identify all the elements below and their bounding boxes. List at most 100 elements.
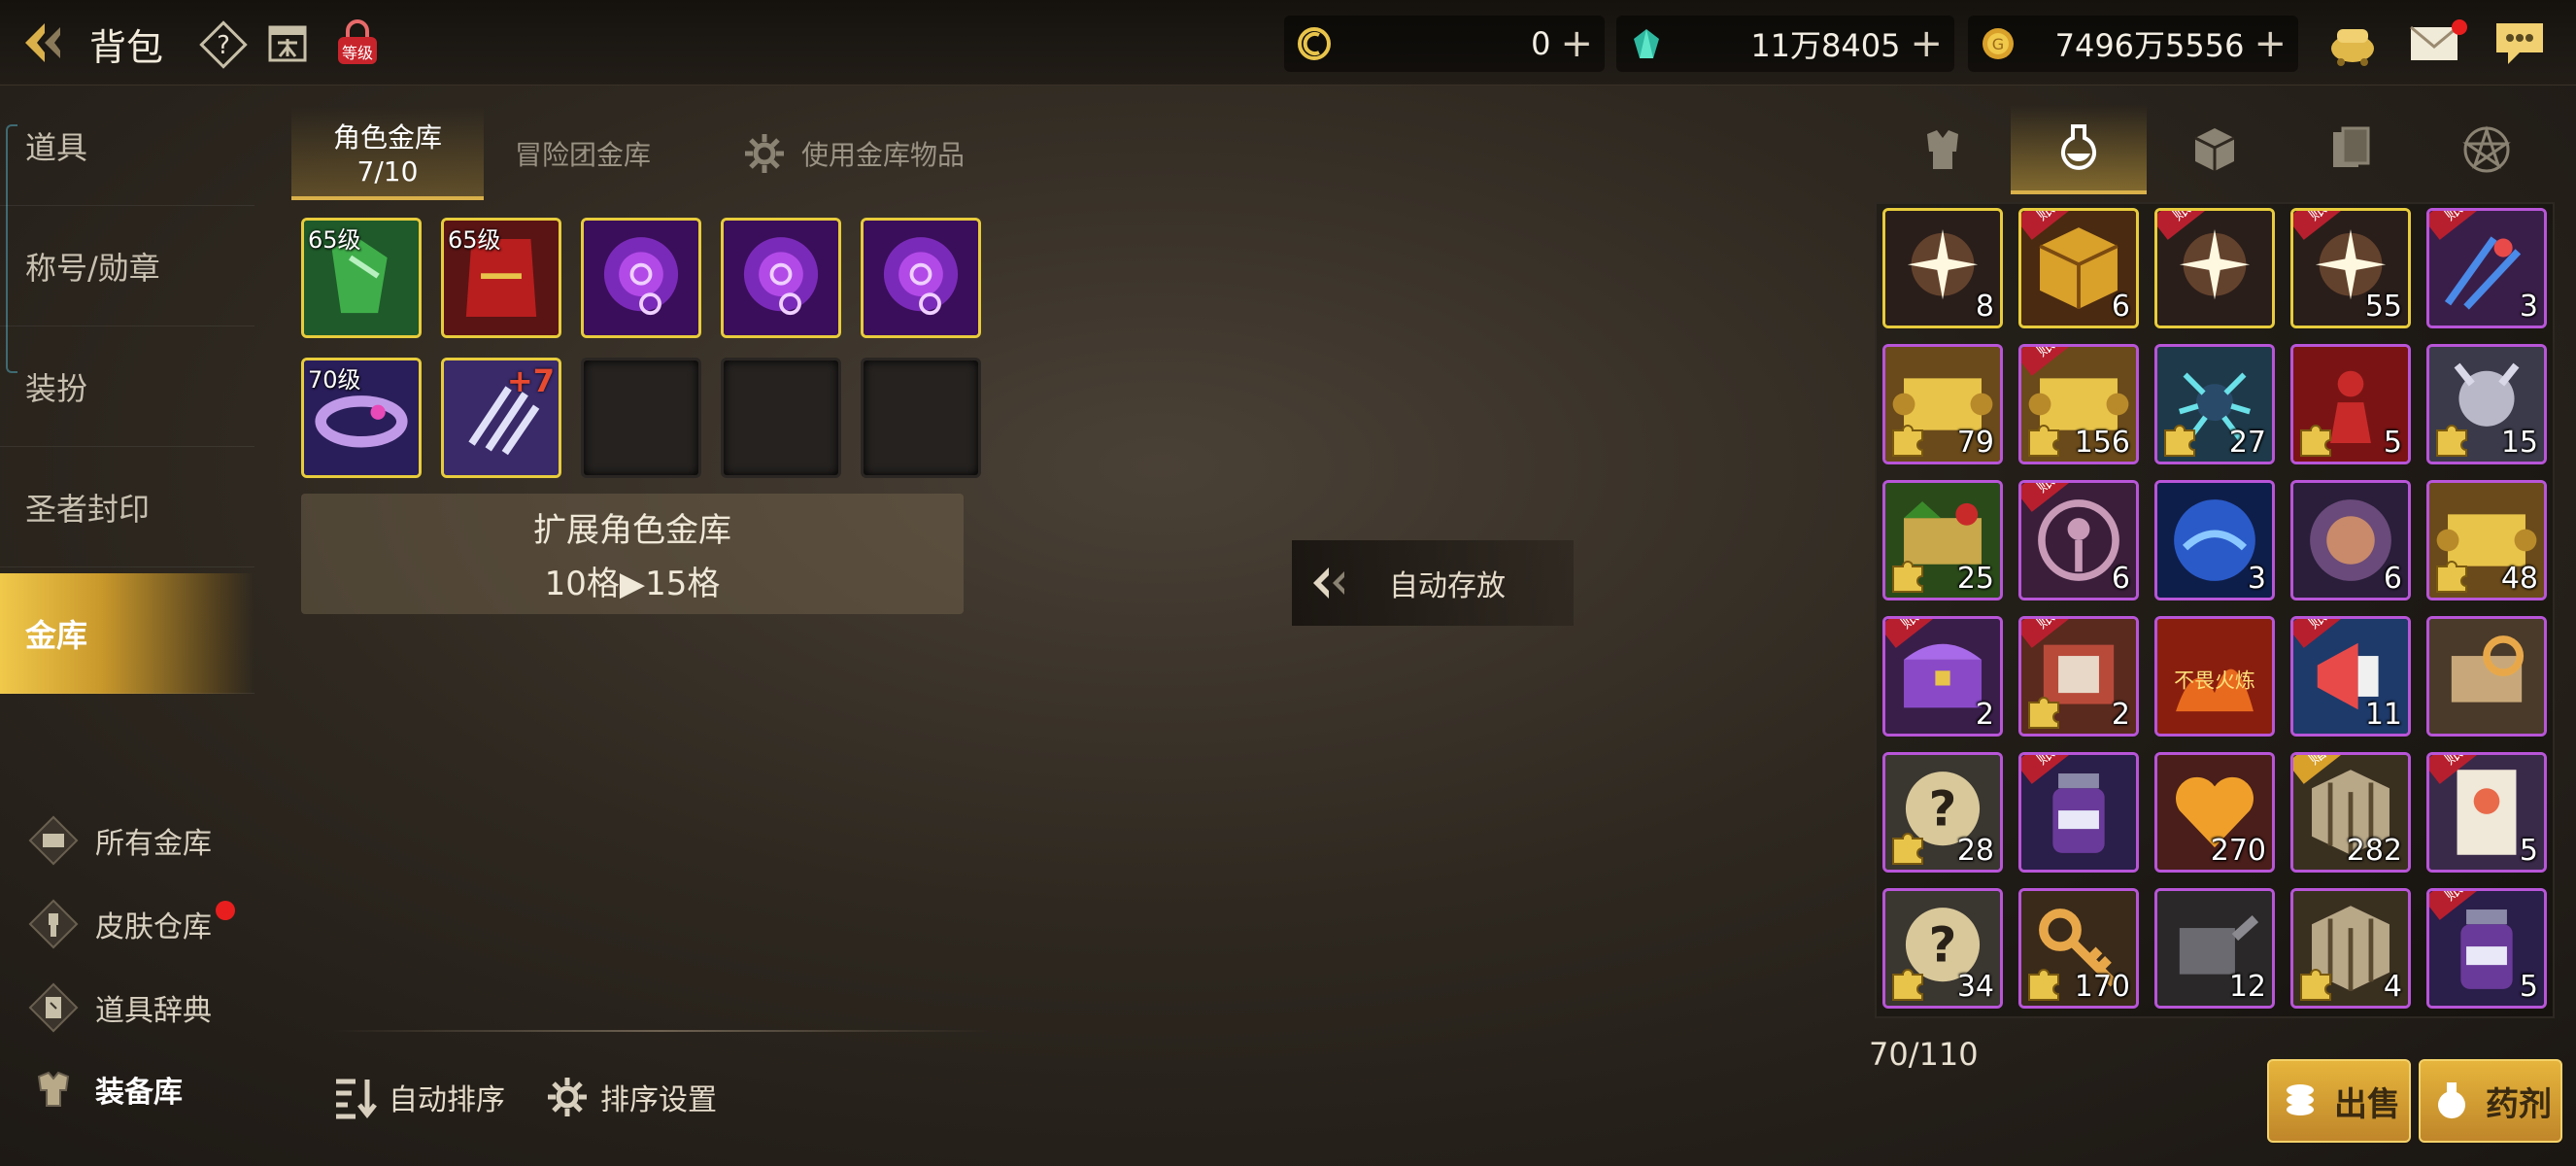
inventory-slot[interactable]: 账号2 bbox=[1882, 616, 2003, 737]
item-purple-orb-icon bbox=[584, 221, 698, 335]
inventory-slot[interactable]: 79 bbox=[1882, 344, 2003, 464]
tab-adventure-vault[interactable]: 冒险团金库 bbox=[495, 107, 670, 200]
inventory-slot[interactable]: ? 34 bbox=[1882, 888, 2003, 1009]
item-count: 11 bbox=[2364, 698, 2402, 732]
svg-text:?: ? bbox=[1929, 780, 1957, 837]
inventory-slot[interactable]: 账号 bbox=[2018, 752, 2139, 873]
inventory-slot[interactable] bbox=[2426, 616, 2547, 737]
sidebar-sub-label: 皮肤仓库 bbox=[95, 910, 212, 944]
currency-crescent: 0 + bbox=[1284, 16, 1605, 72]
inventory-slot[interactable]: 账号 bbox=[2154, 208, 2275, 328]
inventory-slot[interactable]: 账号6 bbox=[2018, 480, 2139, 600]
vault-slot[interactable]: 65级 bbox=[441, 218, 561, 338]
vault-slot[interactable] bbox=[861, 218, 981, 338]
vault-slot-empty[interactable] bbox=[721, 358, 841, 478]
svg-text:等级: 等级 bbox=[342, 44, 373, 62]
vault-slot[interactable] bbox=[721, 218, 841, 338]
inventory-slot[interactable]: 25 bbox=[1882, 480, 2003, 600]
tab-use-vault-items[interactable]: 使用金库物品 bbox=[727, 107, 979, 200]
inventory-slot[interactable]: 3 bbox=[2154, 480, 2275, 600]
vault-slot-empty[interactable] bbox=[861, 358, 981, 478]
level-lock-icon[interactable]: 等级 bbox=[330, 16, 385, 70]
category-tab-consumables[interactable] bbox=[2011, 105, 2147, 194]
pentagram-category-icon bbox=[2462, 125, 2511, 173]
sort-settings-button[interactable]: 排序设置 bbox=[542, 1069, 717, 1125]
item-count: 8 bbox=[1975, 290, 1994, 324]
potion-label: 药剂 bbox=[2486, 1084, 2552, 1124]
sidebar-sub-label: 道具辞典 bbox=[95, 994, 212, 1028]
add-currency-button[interactable]: + bbox=[1910, 24, 1943, 63]
category-tab-cards[interactable] bbox=[2283, 105, 2419, 194]
category-tab-materials[interactable] bbox=[2147, 105, 2283, 194]
inventory-slot[interactable]: 不畏火炼 bbox=[2154, 616, 2275, 737]
inventory-slot[interactable]: 8 bbox=[1882, 208, 2003, 328]
auto-store-button[interactable]: 自动存放 bbox=[1292, 540, 1574, 626]
chat-icon[interactable] bbox=[2491, 16, 2549, 70]
inventory-slot[interactable]: 账号5 bbox=[2426, 888, 2547, 1009]
inventory-slot[interactable]: 12 bbox=[2154, 888, 2275, 1009]
tab-character-vault[interactable]: 角色金库 7/10 bbox=[291, 107, 484, 200]
inventory-slot[interactable]: 27 bbox=[2154, 344, 2275, 464]
item-count: 3 bbox=[2247, 562, 2266, 596]
back-arrow-icon[interactable] bbox=[16, 17, 70, 68]
item-fire-banner-icon: 不畏火炼 bbox=[2157, 619, 2272, 734]
inventory-slot[interactable]: 账号5 bbox=[2426, 752, 2547, 873]
calendar-icon[interactable] bbox=[262, 17, 313, 68]
shop-cart-icon[interactable] bbox=[2323, 16, 2382, 70]
inventory-slot[interactable]: 5 bbox=[2290, 344, 2411, 464]
inventory-slot[interactable]: 账号3 bbox=[2426, 208, 2547, 328]
tab-count: 7/10 bbox=[356, 154, 419, 188]
puzzle-piece-icon bbox=[1892, 425, 1923, 457]
mail-icon[interactable] bbox=[2405, 16, 2467, 70]
sidebar-sub-all-vaults[interactable]: 所有金库 bbox=[25, 808, 258, 873]
divider bbox=[330, 1030, 991, 1032]
inventory-slot[interactable]: 账号6 bbox=[2018, 208, 2139, 328]
potion-button[interactable]: 药剂 bbox=[2419, 1059, 2562, 1143]
sidebar-item-items[interactable]: 道具 bbox=[0, 86, 254, 206]
vault-slot-empty[interactable] bbox=[581, 358, 701, 478]
inventory-count: 70/110 bbox=[1869, 1036, 1979, 1073]
inventory-slot[interactable]: 6 bbox=[2290, 480, 2411, 600]
vault-slot[interactable] bbox=[581, 218, 701, 338]
inventory-slot[interactable]: 270 bbox=[2154, 752, 2275, 873]
coins-icon bbox=[2287, 1084, 2314, 1115]
vault-slot[interactable]: 65级 bbox=[301, 218, 422, 338]
cubes-category-icon bbox=[2194, 128, 2235, 171]
add-currency-button[interactable]: + bbox=[1560, 24, 1593, 63]
puzzle-piece-icon bbox=[2028, 425, 2059, 457]
sidebar-item-titles[interactable]: 称号/勋章 bbox=[0, 206, 254, 326]
sidebar-item-vault[interactable]: 金库 bbox=[0, 573, 254, 694]
inventory-slot[interactable]: 账号156 bbox=[2018, 344, 2139, 464]
inventory-slot[interactable]: 账号55 bbox=[2290, 208, 2411, 328]
gear-icon bbox=[744, 134, 784, 173]
category-tab-equipment[interactable] bbox=[1875, 105, 2011, 194]
sidebar-sub-skin-storage[interactable]: 皮肤仓库 bbox=[25, 892, 258, 956]
item-count: 282 bbox=[2346, 834, 2402, 868]
vault-slot[interactable]: +7 bbox=[441, 358, 561, 478]
currency-value: 0 bbox=[1531, 25, 1551, 62]
sidebar-item-seal[interactable]: 圣者封印 bbox=[0, 447, 254, 567]
inventory-slot[interactable]: ? 28 bbox=[1882, 752, 2003, 873]
inventory-slot[interactable]: 48 bbox=[2426, 480, 2547, 600]
armor-category-icon bbox=[1927, 130, 1958, 169]
help-icon[interactable]: ? bbox=[198, 19, 249, 70]
category-tab-special[interactable] bbox=[2419, 105, 2555, 194]
inventory-slot[interactable]: 账号2 bbox=[2018, 616, 2139, 737]
vault-slot[interactable]: 70级 bbox=[301, 358, 422, 478]
sidebar: 道具 称号/勋章 装扮 圣者封印 金库 所有金库 皮肤仓库 道具辞典 装备库 bbox=[0, 86, 260, 1166]
sidebar-sub-equipment[interactable]: 装备库 bbox=[25, 1057, 258, 1121]
sell-button[interactable]: 出售 bbox=[2267, 1059, 2411, 1143]
inventory-slot[interactable]: 4 bbox=[2290, 888, 2411, 1009]
add-currency-button[interactable]: + bbox=[2254, 24, 2287, 63]
item-count: 6 bbox=[2111, 290, 2130, 324]
inventory-slot[interactable]: 账号11 bbox=[2290, 616, 2411, 737]
inventory-slot[interactable]: 赠送282 bbox=[2290, 752, 2411, 873]
item-count: 15 bbox=[2500, 426, 2538, 460]
sidebar-item-avatar[interactable]: 装扮 bbox=[0, 326, 254, 447]
puzzle-piece-icon bbox=[1892, 969, 1923, 1001]
auto-sort-button[interactable]: 自动排序 bbox=[330, 1069, 505, 1125]
sidebar-sub-item-dictionary[interactable]: 道具辞典 bbox=[25, 976, 258, 1040]
expand-vault-button[interactable]: 扩展角色金库 10格▶15格 bbox=[301, 494, 964, 614]
inventory-slot[interactable]: 15 bbox=[2426, 344, 2547, 464]
inventory-slot[interactable]: 170 bbox=[2018, 888, 2139, 1009]
